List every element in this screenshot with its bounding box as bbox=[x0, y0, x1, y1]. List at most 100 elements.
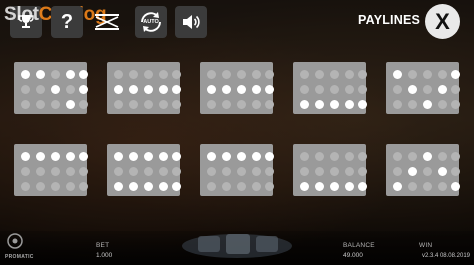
payline-dot bbox=[51, 182, 60, 191]
payline-dot-active bbox=[129, 152, 138, 161]
payline-dot bbox=[21, 100, 30, 109]
payline-dot bbox=[330, 167, 339, 176]
payline-dot bbox=[451, 100, 460, 109]
payline-dot-active bbox=[451, 70, 460, 79]
payline-dot bbox=[79, 167, 88, 176]
payline-dot-active bbox=[129, 182, 138, 191]
payline-dot bbox=[300, 152, 309, 161]
payline-card-10 bbox=[386, 144, 460, 196]
payline-dot-active bbox=[66, 152, 75, 161]
payline-dot-active bbox=[172, 152, 181, 161]
payline-dot bbox=[237, 167, 246, 176]
payline-dot-active bbox=[252, 85, 261, 94]
payline-dot bbox=[438, 100, 447, 109]
payline-dot bbox=[222, 182, 231, 191]
payline-dot bbox=[315, 70, 324, 79]
balance-value: 49.000 bbox=[343, 252, 363, 259]
payline-dot-active bbox=[21, 70, 30, 79]
payline-dot bbox=[129, 100, 138, 109]
payline-dot bbox=[222, 167, 231, 176]
autoplay-button[interactable]: AUTO bbox=[135, 6, 167, 38]
payline-dot bbox=[330, 152, 339, 161]
payline-dot-active bbox=[358, 100, 367, 109]
payline-dot bbox=[423, 85, 432, 94]
payline-dot bbox=[237, 70, 246, 79]
payline-dot bbox=[207, 182, 216, 191]
payline-dot bbox=[51, 70, 60, 79]
payline-dot-active bbox=[330, 100, 339, 109]
payline-dot-active bbox=[159, 152, 168, 161]
spin-controls[interactable] bbox=[178, 226, 296, 260]
payline-dot bbox=[438, 152, 447, 161]
mute-icon[interactable] bbox=[92, 8, 122, 36]
payline-dot-active bbox=[222, 152, 231, 161]
brand-logo: PROMATIC bbox=[5, 254, 34, 260]
payline-dot bbox=[252, 167, 261, 176]
payline-dot-active bbox=[159, 182, 168, 191]
payline-dot bbox=[172, 100, 181, 109]
help-button[interactable]: ? bbox=[51, 6, 83, 38]
payline-dot-active bbox=[51, 85, 60, 94]
payline-dot bbox=[358, 167, 367, 176]
payline-dot-active bbox=[79, 70, 88, 79]
payline-dot bbox=[393, 100, 402, 109]
win-label: WIN bbox=[419, 242, 433, 249]
payline-dot bbox=[408, 182, 417, 191]
payline-dot bbox=[451, 152, 460, 161]
payline-dot-active bbox=[114, 152, 123, 161]
payline-dot bbox=[21, 167, 30, 176]
payline-dot bbox=[393, 85, 402, 94]
payline-dot bbox=[51, 167, 60, 176]
payline-dot bbox=[315, 152, 324, 161]
payline-dot bbox=[358, 70, 367, 79]
payline-dot-active bbox=[330, 182, 339, 191]
payline-dot bbox=[345, 85, 354, 94]
payline-dot bbox=[345, 70, 354, 79]
payline-dot bbox=[345, 152, 354, 161]
payline-dot-active bbox=[144, 85, 153, 94]
payline-dot bbox=[237, 100, 246, 109]
payline-dot bbox=[207, 100, 216, 109]
payline-dot bbox=[114, 70, 123, 79]
payline-dot bbox=[222, 70, 231, 79]
volume-button[interactable] bbox=[175, 6, 207, 38]
payline-dot bbox=[393, 167, 402, 176]
payline-dot bbox=[451, 167, 460, 176]
payline-dot bbox=[265, 182, 274, 191]
payline-dot-active bbox=[172, 182, 181, 191]
payline-dot-active bbox=[66, 70, 75, 79]
payline-dot bbox=[172, 70, 181, 79]
payline-dot bbox=[36, 85, 45, 94]
payline-dot bbox=[237, 182, 246, 191]
payline-dot bbox=[144, 100, 153, 109]
payline-dot-active bbox=[129, 85, 138, 94]
payline-dot-active bbox=[79, 85, 88, 94]
payline-dot bbox=[358, 152, 367, 161]
payline-dot bbox=[438, 182, 447, 191]
logo-part-slot: Slot bbox=[4, 4, 39, 25]
payline-card-4 bbox=[293, 62, 367, 114]
payline-dot bbox=[159, 100, 168, 109]
payline-dot-active bbox=[114, 182, 123, 191]
payline-dot-active bbox=[408, 85, 417, 94]
payline-dot bbox=[66, 182, 75, 191]
payline-dot-active bbox=[315, 100, 324, 109]
payline-dot-active bbox=[79, 152, 88, 161]
payline-dot-active bbox=[207, 152, 216, 161]
close-icon: X bbox=[435, 8, 450, 34]
payline-dot-active bbox=[423, 152, 432, 161]
payline-dot bbox=[159, 70, 168, 79]
payline-dot-active bbox=[172, 85, 181, 94]
auto-label: AUTO bbox=[143, 19, 159, 25]
payline-dot-active bbox=[144, 152, 153, 161]
payline-dot-active bbox=[345, 182, 354, 191]
payline-dot bbox=[66, 85, 75, 94]
payline-dot bbox=[79, 182, 88, 191]
close-button[interactable]: X bbox=[425, 4, 460, 39]
settings-icon[interactable] bbox=[6, 232, 24, 250]
payline-dot bbox=[408, 152, 417, 161]
bet-label: BET bbox=[96, 242, 110, 249]
payline-dot-active bbox=[51, 152, 60, 161]
payline-dot-active bbox=[207, 85, 216, 94]
payline-dot bbox=[36, 182, 45, 191]
